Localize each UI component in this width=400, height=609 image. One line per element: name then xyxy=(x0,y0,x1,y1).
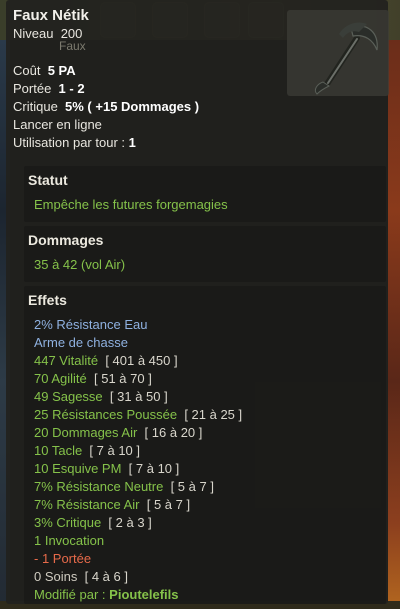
stat-value: 5% ( +15 Dommages ) xyxy=(65,99,200,114)
effect-text: 447 Vitalité xyxy=(34,353,99,368)
effect-text: 10 Tacle xyxy=(34,443,83,458)
stat-line-cast: Lancer en ligne xyxy=(13,116,199,134)
stat-range: Portée 1 - 2 xyxy=(13,80,199,98)
effect-range: [ 401 à 450 ] xyxy=(98,353,178,368)
modifier-name: Pioutelefils xyxy=(109,587,179,602)
effect-text: - 1 Portée xyxy=(34,551,92,566)
effect-line: 7% Résistance Air [ 5 à 7 ] xyxy=(34,496,242,514)
effect-range: [ 4 à 6 ] xyxy=(77,569,128,584)
effect-text: 7% Résistance Neutre xyxy=(34,479,164,494)
effect-line: 447 Vitalité [ 401 à 450 ] xyxy=(34,352,242,370)
effect-range: [ 21 à 25 ] xyxy=(177,407,243,422)
effect-range: [ 2 à 3 ] xyxy=(101,515,152,530)
effect-line: 3% Critique [ 2 à 3 ] xyxy=(34,514,242,532)
effect-line: Arme de chasse xyxy=(34,334,242,352)
effect-text: 49 Sagesse xyxy=(34,389,103,404)
effect-text: 3% Critique xyxy=(34,515,102,530)
dommages-title: Dommages xyxy=(28,232,104,248)
effect-text: 10 Esquive PM xyxy=(34,461,122,476)
effect-range: [ 7 à 10 ] xyxy=(121,461,180,476)
effect-line: 70 Agilité [ 51 à 70 ] xyxy=(34,370,242,388)
effect-line: 2% Résistance Eau xyxy=(34,316,242,334)
item-stats: Coût 5 PA Portée 1 - 2 Critique 5% ( +15… xyxy=(13,62,199,152)
stat-label: Coût xyxy=(13,63,41,78)
scythe-icon xyxy=(314,22,378,95)
stat-value: 1 xyxy=(128,135,136,150)
modified-label: Modifié par : xyxy=(34,587,110,602)
stat-value: 1 - 2 xyxy=(58,81,85,96)
stat-uses-per-turn: Utilisation par tour : 1 xyxy=(13,134,199,152)
effect-text: 70 Agilité xyxy=(34,371,87,386)
effets-title: Effets xyxy=(28,292,67,308)
effect-text: 25 Résistances Poussée xyxy=(34,407,178,422)
effect-line: 20 Dommages Air [ 16 à 20 ] xyxy=(34,424,242,442)
level-label: Niveau xyxy=(13,26,54,41)
effect-range: [ 7 à 10 ] xyxy=(82,443,141,458)
stat-critical: Critique 5% ( +15 Dommages ) xyxy=(13,98,199,116)
stat-label: Critique xyxy=(13,99,58,114)
effect-line: 49 Sagesse [ 31 à 50 ] xyxy=(34,388,242,406)
stat-value: 5 PA xyxy=(47,63,76,78)
stat-label: Utilisation par tour : xyxy=(13,135,125,150)
effect-line: 7% Résistance Neutre [ 5 à 7 ] xyxy=(34,478,242,496)
effect-text: 2% Résistance Eau xyxy=(34,317,148,332)
statut-title: Statut xyxy=(28,172,68,188)
weapon-preview xyxy=(287,10,389,96)
effect-range: [ 5 à 7 ] xyxy=(139,497,191,512)
effect-text: 7% Résistance Air xyxy=(34,497,140,512)
right-edge xyxy=(388,40,400,609)
effect-line: - 1 Portée xyxy=(34,550,242,568)
dommages-text: 35 à 42 (vol Air) xyxy=(34,257,126,272)
level-value: 200 xyxy=(60,26,83,41)
stat-label: Lancer en ligne xyxy=(13,117,102,132)
effect-text: Arme de chasse xyxy=(34,335,128,350)
effect-line: 25 Résistances Poussée [ 21 à 25 ] xyxy=(34,406,242,424)
effect-line: 0 Soins [ 4 à 6 ] xyxy=(34,568,242,586)
effect-text: 20 Dommages Air xyxy=(34,425,138,440)
effects-list: 2% Résistance Eau Arme de chasse 447 Vital… xyxy=(34,316,242,604)
effect-line: 10 Tacle [ 7 à 10 ] xyxy=(34,442,242,460)
effect-range: [ 5 à 7 ] xyxy=(163,479,214,494)
effect-text: 1 Invocation xyxy=(34,533,105,548)
modified-by: Modifié par : Pioutelefils xyxy=(34,586,242,604)
effect-line: 10 Esquive PM [ 7 à 10 ] xyxy=(34,460,242,478)
effect-range: [ 51 à 70 ] xyxy=(86,371,152,386)
stat-label: Portée xyxy=(13,81,52,96)
statut-text: Empêche les futures forgemagies xyxy=(34,197,228,212)
stat-cost: Coût 5 PA xyxy=(13,62,199,80)
effect-line: 1 Invocation xyxy=(34,532,242,550)
effect-range: [ 31 à 50 ] xyxy=(102,389,168,404)
effect-range: [ 16 à 20 ] xyxy=(137,425,203,440)
effect-text: 0 Soins xyxy=(34,569,78,584)
